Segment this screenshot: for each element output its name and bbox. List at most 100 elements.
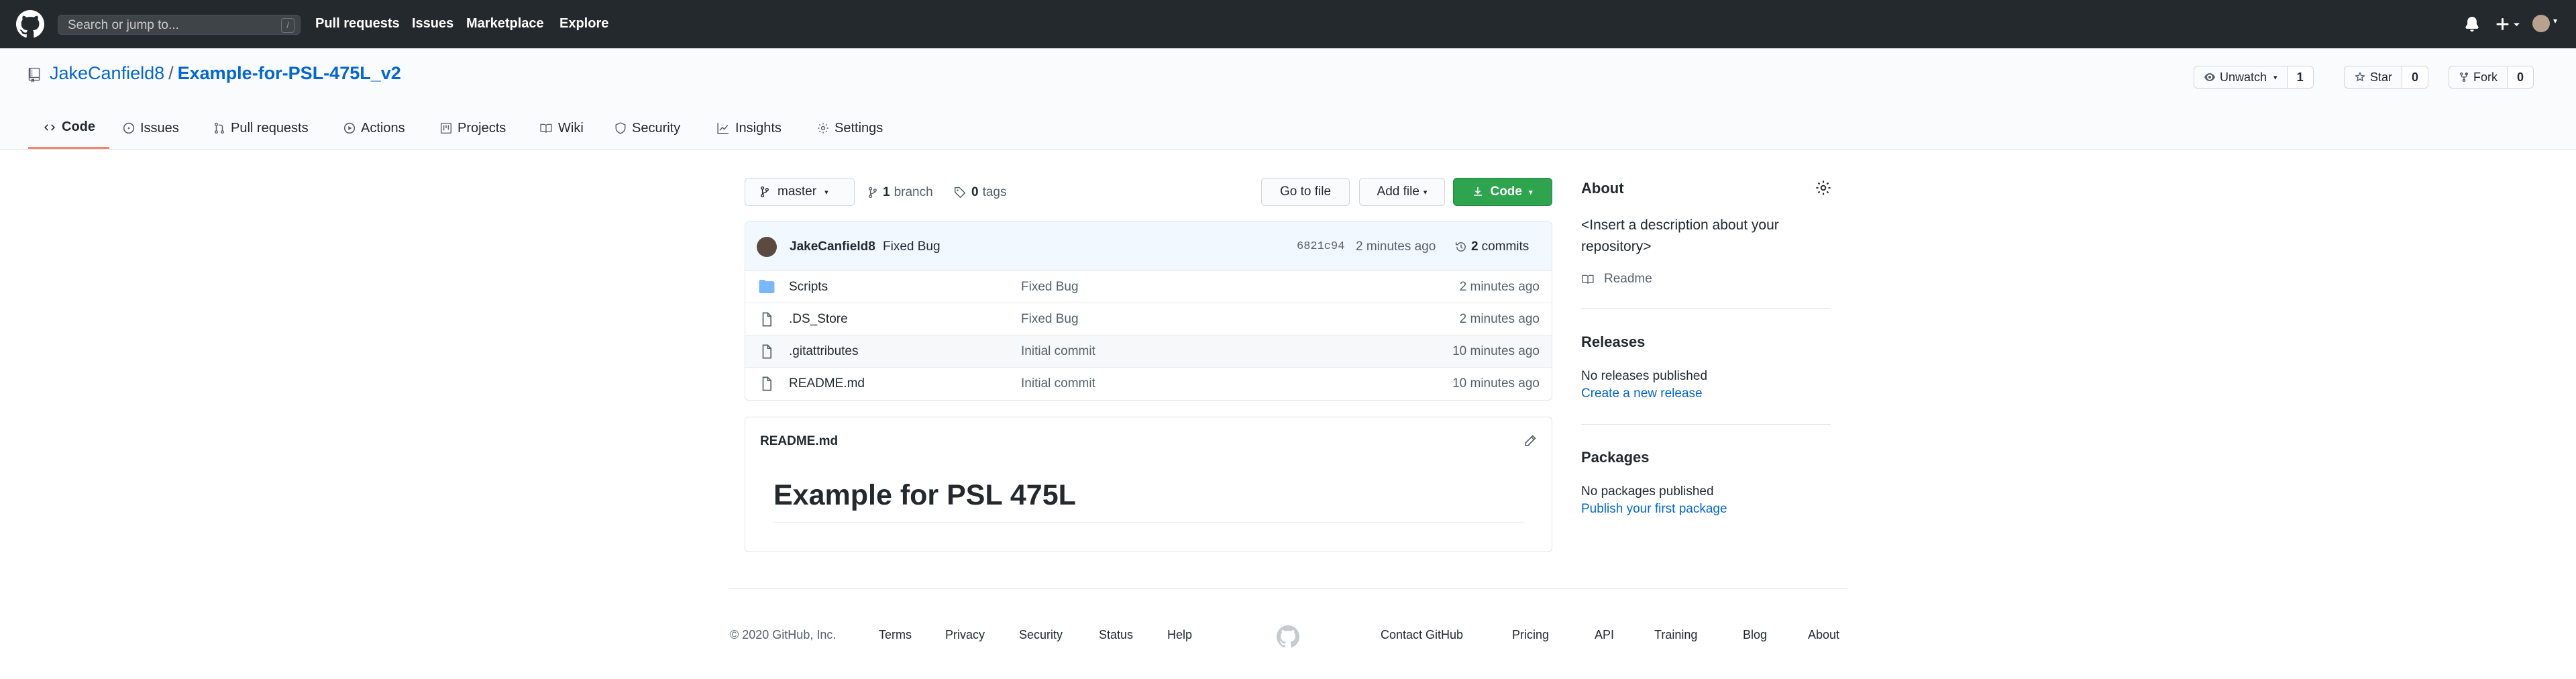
user-avatar[interactable] xyxy=(2532,15,2550,32)
github-mark-icon[interactable] xyxy=(1277,625,1299,648)
star-button-group: Star 0 xyxy=(2344,66,2429,89)
tab-wiki[interactable]: Wiki xyxy=(539,107,584,149)
fork-button-group: Fork 0 xyxy=(2449,66,2534,89)
branch-count: 1 xyxy=(883,185,890,199)
file-commit-message[interactable]: Initial commit xyxy=(1021,376,1095,391)
branch-select-button[interactable]: master ▾ xyxy=(745,178,855,206)
avatar[interactable] xyxy=(757,237,777,257)
packages-text: No packages published xyxy=(1581,484,1714,499)
publish-package-link[interactable]: Publish your first package xyxy=(1581,502,1727,517)
repo-name-link[interactable]: Example-for-PSL-475L_v2 xyxy=(178,63,401,83)
create-release-link[interactable]: Create a new release xyxy=(1581,386,1703,401)
chevron-down-icon[interactable]: ▾ xyxy=(2553,16,2557,25)
readme-link[interactable]: Readme xyxy=(1581,272,1652,286)
global-header: / Pull requests Issues Marketplace Explo… xyxy=(0,0,2576,48)
star-label: Star xyxy=(2370,70,2393,84)
readme-link-label: Readme xyxy=(1604,272,1652,286)
tab-pull-requests[interactable]: Pull requests xyxy=(213,107,309,149)
file-commit-message[interactable]: Fixed Bug xyxy=(1021,312,1079,327)
footer-link-training[interactable]: Training xyxy=(1654,628,1697,642)
footer-link-terms[interactable]: Terms xyxy=(879,628,912,642)
commit-count-label: commits xyxy=(1481,240,1529,254)
footer-link-blog[interactable]: Blog xyxy=(1743,628,1767,642)
issue-icon xyxy=(123,122,135,134)
releases-text: No releases published xyxy=(1581,369,1708,383)
gear-icon xyxy=(818,123,828,134)
tab-label: Projects xyxy=(458,120,506,136)
readme-filename[interactable]: README.md xyxy=(760,434,838,449)
nav-marketplace[interactable]: Marketplace xyxy=(466,16,544,32)
search-input[interactable] xyxy=(58,15,270,36)
file-row[interactable]: README.md Initial commit 10 minutes ago xyxy=(745,367,1552,399)
footer-copyright: © 2020 GitHub, Inc. xyxy=(730,628,837,641)
footer-link-pricing[interactable]: Pricing xyxy=(1512,628,1549,642)
code-download-button[interactable]: Code ▾ xyxy=(1453,178,1552,206)
file-icon xyxy=(762,344,772,359)
tags-link[interactable]: 0 tags xyxy=(954,185,1007,200)
footer-link-about[interactable]: About xyxy=(1808,628,1839,642)
plus-icon[interactable] xyxy=(2494,16,2521,32)
star-button[interactable]: Star xyxy=(2344,66,2403,89)
file-age: 10 minutes ago xyxy=(1452,376,1540,390)
chevron-down-icon: ▾ xyxy=(1423,188,1428,197)
tab-actions[interactable]: Actions xyxy=(343,107,405,149)
footer-link-status[interactable]: Status xyxy=(1099,628,1133,642)
nav-issues[interactable]: Issues xyxy=(412,16,453,32)
file-row[interactable]: .gitattributes Initial commit 10 minutes… xyxy=(745,335,1552,367)
github-mark-icon[interactable] xyxy=(16,10,44,38)
tab-settings[interactable]: Settings xyxy=(817,107,883,149)
chevron-down-icon: ▾ xyxy=(1528,188,1533,197)
file-name-link[interactable]: .gitattributes xyxy=(789,344,859,359)
pencil-icon[interactable] xyxy=(1523,434,1537,448)
star-count[interactable]: 0 xyxy=(2402,66,2429,89)
search-box[interactable]: / xyxy=(58,15,301,36)
commit-sha-link[interactable]: 6821c94 xyxy=(1297,240,1344,253)
commit-time: 2 minutes ago xyxy=(1356,240,1436,254)
file-name-link[interactable]: README.md xyxy=(789,376,865,391)
file-browser: JakeCanfield8 Fixed Bug 6821c94 2 minute… xyxy=(745,221,1552,401)
tab-insights[interactable]: Insights xyxy=(716,107,782,149)
file-commit-message[interactable]: Fixed Bug xyxy=(1021,280,1079,295)
footer-link-help[interactable]: Help xyxy=(1167,628,1192,642)
file-row[interactable]: Scripts Fixed Bug 2 minutes ago xyxy=(745,270,1552,303)
code-button-label: Code xyxy=(1490,185,1522,199)
branches-link[interactable]: 1 branch xyxy=(868,185,933,200)
code-icon xyxy=(44,123,55,131)
divider xyxy=(773,522,1523,523)
footer-link-privacy[interactable]: Privacy xyxy=(945,628,985,642)
file-name-link[interactable]: .DS_Store xyxy=(789,312,848,327)
file-row[interactable]: .DS_Store Fixed Bug 2 minutes ago xyxy=(745,303,1552,335)
commits-link[interactable]: 2 commits xyxy=(1455,240,1529,254)
tag-label: tags xyxy=(982,185,1007,199)
go-to-file-button[interactable]: Go to file xyxy=(1261,178,1350,206)
tab-projects[interactable]: Projects xyxy=(440,107,506,149)
nav-pull-requests[interactable]: Pull requests xyxy=(315,16,400,32)
commit-message-link[interactable]: Fixed Bug xyxy=(883,240,941,254)
fork-button[interactable]: Fork xyxy=(2449,66,2508,89)
watch-button[interactable]: Unwatch ▾ xyxy=(2194,66,2288,89)
add-file-button[interactable]: Add file ▾ xyxy=(1359,178,1445,206)
footer-link-contact[interactable]: Contact GitHub xyxy=(1381,628,1463,642)
breadcrumb-separator: / xyxy=(168,63,174,83)
watch-count[interactable]: 1 xyxy=(2287,66,2314,89)
bell-icon[interactable] xyxy=(2465,16,2479,32)
gear-icon[interactable] xyxy=(1815,180,1831,196)
file-age: 2 minutes ago xyxy=(1459,280,1540,294)
fork-count[interactable]: 0 xyxy=(2508,66,2534,89)
commit-author-link[interactable]: JakeCanfield8 xyxy=(790,240,875,254)
file-commit-message[interactable]: Initial commit xyxy=(1021,344,1095,359)
fork-icon xyxy=(2460,72,2468,83)
tab-code[interactable]: Code xyxy=(28,107,109,149)
footer-link-security[interactable]: Security xyxy=(1019,628,1063,642)
repo-owner-link[interactable]: JakeCanfield8 xyxy=(50,63,164,83)
releases-heading[interactable]: Releases xyxy=(1581,333,1645,351)
tab-security[interactable]: Security xyxy=(614,107,680,149)
nav-explore[interactable]: Explore xyxy=(559,16,608,32)
eye-icon xyxy=(2204,73,2215,81)
packages-heading[interactable]: Packages xyxy=(1581,449,1650,466)
tab-issues[interactable]: Issues xyxy=(123,107,179,149)
file-name-link[interactable]: Scripts xyxy=(789,280,828,295)
chevron-down-icon: ▾ xyxy=(2273,73,2277,82)
footer-link-api[interactable]: API xyxy=(1595,628,1614,642)
fork-label: Fork xyxy=(2473,70,2498,84)
